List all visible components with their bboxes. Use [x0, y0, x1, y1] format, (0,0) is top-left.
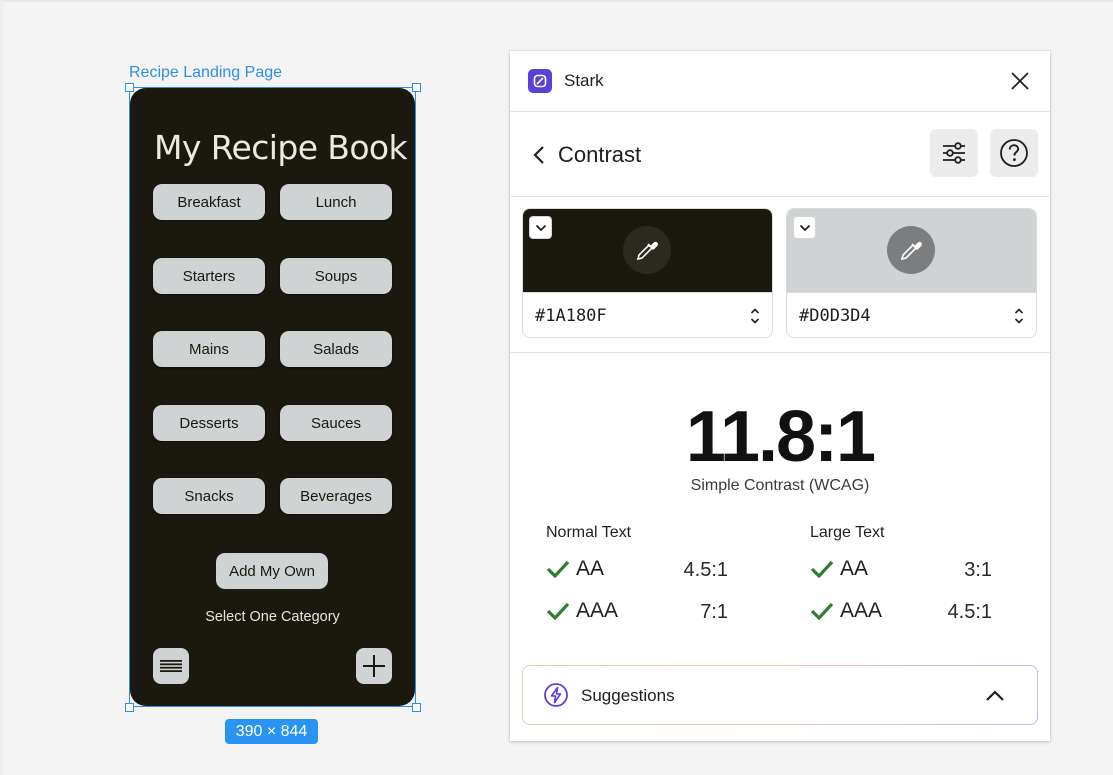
close-button[interactable] [1008, 69, 1032, 93]
panel-header: Stark [510, 51, 1050, 112]
back-button[interactable] [526, 140, 552, 170]
background-hex-value[interactable]: #D0D3D4 [799, 306, 871, 326]
large-aa-requirement: 3:1 [964, 559, 992, 581]
large-aaa-requirement: 4.5:1 [947, 601, 992, 623]
chevron-down-icon [799, 224, 810, 231]
selection-outline [129, 87, 416, 707]
sliders-icon [943, 142, 965, 164]
check-icon [546, 600, 572, 622]
background-color-preview[interactable] [787, 209, 1036, 293]
large-aaa-label: AAA [840, 599, 883, 622]
normal-aa-label: AA [576, 557, 605, 580]
resize-handle-bottom-right[interactable] [412, 703, 421, 712]
frame-size-badge: 390 × 844 [225, 719, 318, 744]
normal-aa-result: AA [546, 557, 604, 581]
foreground-color-preview[interactable] [523, 209, 772, 293]
normal-aaa-label: AAA [576, 599, 619, 622]
normal-aaa-result: AAA [546, 599, 618, 623]
foreground-format-stepper[interactable] [749, 306, 761, 326]
chevron-updown-icon [1014, 308, 1024, 324]
eyedropper-icon [636, 241, 658, 261]
suggestions-label: Suggestions [581, 686, 675, 705]
suggestions-toggle[interactable]: Suggestions [522, 665, 1038, 725]
foreground-dropdown[interactable] [529, 216, 552, 239]
normal-aa-requirement: 4.5:1 [683, 559, 728, 581]
help-icon [1000, 139, 1028, 167]
close-icon [1011, 72, 1029, 90]
background-dropdown[interactable] [793, 216, 816, 239]
background-format-stepper[interactable] [1013, 306, 1025, 326]
resize-handle-bottom-left[interactable] [125, 703, 134, 712]
chevron-up-icon[interactable] [983, 684, 1007, 708]
normal-aaa-requirement: 7:1 [700, 601, 728, 623]
chevron-updown-icon [750, 308, 760, 324]
stark-panel: Stark Contrast #1A180F #D0D3D4 11.8:1 Si… [510, 51, 1050, 741]
canvas-left-edge [0, 0, 3, 775]
resize-handle-top-left[interactable] [125, 83, 134, 92]
contrast-ratio: 11.8:1 [685, 397, 876, 477]
chevron-down-icon [535, 224, 546, 231]
foreground-hex-value[interactable]: #1A180F [535, 306, 607, 326]
divider [510, 352, 1050, 353]
help-button[interactable] [990, 129, 1038, 177]
eyedropper-icon [900, 241, 922, 261]
large-text-title: Large Text [810, 524, 885, 541]
section-title: Contrast [558, 142, 642, 167]
contrast-toolbar: Contrast [510, 112, 1050, 197]
large-aaa-result: AAA [810, 599, 882, 623]
background-eyedropper-button[interactable] [887, 226, 935, 274]
contrast-ratio-label: Simple Contrast (WCAG) [690, 477, 870, 494]
check-icon [546, 558, 572, 580]
foreground-eyedropper-button[interactable] [623, 226, 671, 274]
settings-button[interactable] [930, 129, 978, 177]
stark-logo-icon [528, 69, 552, 93]
chevron-left-icon [533, 146, 544, 164]
large-aa-label: AA [840, 557, 869, 580]
resize-handle-top-right[interactable] [412, 83, 421, 92]
check-icon [810, 600, 836, 622]
canvas-top-edge [0, 0, 1113, 2]
app-name: Stark [564, 71, 604, 90]
frame-label[interactable]: Recipe Landing Page [129, 64, 282, 82]
normal-text-title: Normal Text [546, 524, 632, 541]
background-swatch[interactable]: #D0D3D4 [786, 208, 1037, 338]
large-aa-result: AA [810, 557, 868, 581]
foreground-swatch[interactable]: #1A180F [522, 208, 773, 338]
check-icon [810, 558, 836, 580]
lightning-icon [543, 682, 569, 708]
